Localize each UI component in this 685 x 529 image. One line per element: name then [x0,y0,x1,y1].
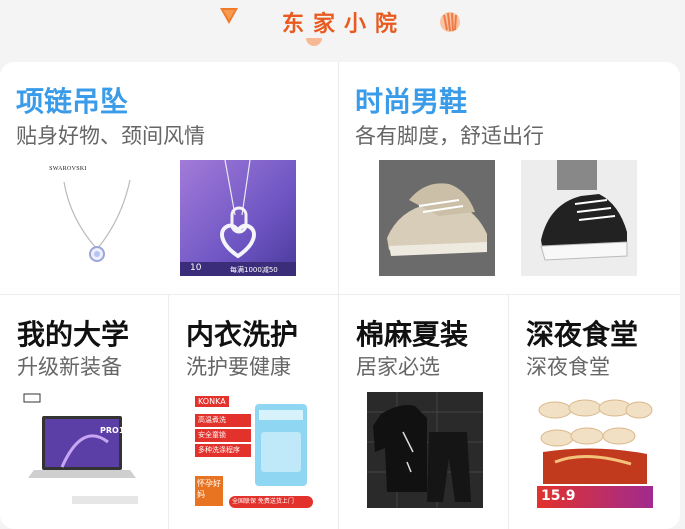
sneaker-icon [540,160,628,261]
laptop-screen-text: PRO13 [100,426,130,435]
necklace-icon [63,179,131,262]
sneaker-image-1 [379,160,495,276]
tile-subtitle: 深夜食堂 [526,355,610,379]
feature-tag: 安全童锁 [195,429,251,442]
brand-logo: KONKA [195,396,229,407]
noodles-image: 15.9 [535,392,653,510]
decor-arc [306,38,322,46]
section-title: 东家小院 [282,12,407,37]
promo-bar: 10 每满1000减50 [180,262,296,276]
tracksuit-image [367,392,483,508]
sneaker-icon [387,183,487,256]
tile-mens-shoes[interactable]: 时尚男鞋 各有脚度，舒适出行 [339,62,680,294]
sneaker-image-2 [521,160,637,276]
washer-image: KONKA 高温煮洗 安全童锁 多种洗涤程序 怀孕好妈 全国联保 免费送货上门 [195,392,313,510]
feature-tag: 多种洗涤程序 [195,444,251,457]
promo-text: 每满1000减50 [230,266,278,274]
heart-pendant-icon [220,160,256,259]
orange-diamond-icon [220,8,238,24]
tile-title: 项链吊坠 [16,85,129,118]
tracksuit-icon [367,392,483,508]
washer-icon [255,404,307,486]
necklace-image: SWAROVSKI [12,160,162,276]
tile-subtitle: 居家必选 [356,355,440,379]
tile-subtitle: 升级新装备 [17,355,122,379]
tile-necklaces[interactable]: 项链吊坠 贴身好物、颈间风情 SWAROVSKI 10 每满1000减50 [0,62,338,294]
section-header: 东家小院 [0,0,685,62]
tile-late-night-food[interactable]: 深夜食堂 深夜食堂 15.9 [509,295,680,529]
promo-badge: 怀孕好妈 [195,476,223,506]
orange-fan-icon [440,12,460,32]
tile-title: 时尚男鞋 [355,85,468,118]
tile-title: 我的大学 [17,318,130,351]
laptop-image: PRO13 [22,392,142,510]
tile-subtitle: 洗护要健康 [186,355,291,379]
price-label: 15.9 [541,488,576,504]
tile-title: 棉麻夏装 [356,318,469,351]
tile-title: 深夜食堂 [526,318,639,351]
feature-tag: 高温煮洗 [195,414,251,427]
category-card: 项链吊坠 贴身好物、颈间风情 SWAROVSKI 10 每满1000减50 时尚… [0,62,680,529]
tile-laundry[interactable]: 内衣洗护 洗护要健康 KONKA 高温煮洗 安全童锁 多种洗涤程序 怀孕好妈 全… [169,295,338,529]
laptop-icon [23,393,138,504]
promo-footer: 全国联保 免费送货上门 [229,496,313,508]
tile-summer-clothes[interactable]: 棉麻夏装 居家必选 [339,295,508,529]
tile-subtitle: 各有脚度，舒适出行 [355,124,544,148]
pendant-image: 10 每满1000减50 [180,160,296,276]
tile-subtitle: 贴身好物、颈间风情 [16,124,205,148]
price-tag: 10 [190,263,202,273]
tile-college[interactable]: 我的大学 升级新装备 PRO13 [0,295,168,529]
tile-title: 内衣洗护 [186,318,299,351]
